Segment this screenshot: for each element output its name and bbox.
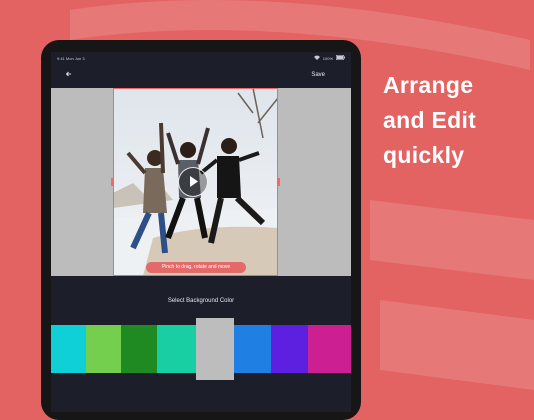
promo-line-1: Arrange <box>383 72 474 98</box>
battery-percent: 100% <box>322 55 333 61</box>
resize-handle-right[interactable] <box>277 178 280 186</box>
color-swatch-list <box>51 318 351 380</box>
gesture-hint: Pinch to drag, rotate and move <box>146 262 246 273</box>
film-strip-decoration-right <box>370 200 534 390</box>
play-icon <box>190 176 198 187</box>
promo-line-3: quickly <box>383 142 465 168</box>
battery-icon <box>336 55 345 61</box>
play-button[interactable] <box>178 167 208 197</box>
promo-headline: Arrange and Edit quickly <box>383 68 476 173</box>
color-swatch[interactable] <box>86 325 121 373</box>
editor-toolbar: Save <box>51 68 351 86</box>
color-swatch-selected[interactable] <box>196 318 234 380</box>
back-arrow-icon[interactable] <box>65 70 73 82</box>
wifi-icon <box>313 55 320 61</box>
background-color-title: Select Background Color <box>167 298 235 304</box>
color-swatch[interactable] <box>51 325 86 373</box>
status-time: 9:41 Mon Jun 3 <box>57 56 85 61</box>
color-swatch[interactable] <box>271 325 308 373</box>
status-indicators: 100% <box>313 55 345 61</box>
app-screen: 9:41 Mon Jun 3 100% Save Pinch to drag, … <box>51 52 351 412</box>
color-swatch[interactable] <box>234 325 271 373</box>
resize-handle-left[interactable] <box>111 178 114 186</box>
promo-line-2: and Edit <box>383 107 477 133</box>
color-swatch[interactable] <box>308 325 351 373</box>
color-swatch[interactable] <box>157 325 196 373</box>
editing-canvas[interactable]: Pinch to drag, rotate and move <box>51 88 351 276</box>
status-bar: 9:41 Mon Jun 3 100% <box>51 52 351 64</box>
save-button[interactable]: Save <box>311 72 325 78</box>
color-swatch[interactable] <box>121 325 157 373</box>
